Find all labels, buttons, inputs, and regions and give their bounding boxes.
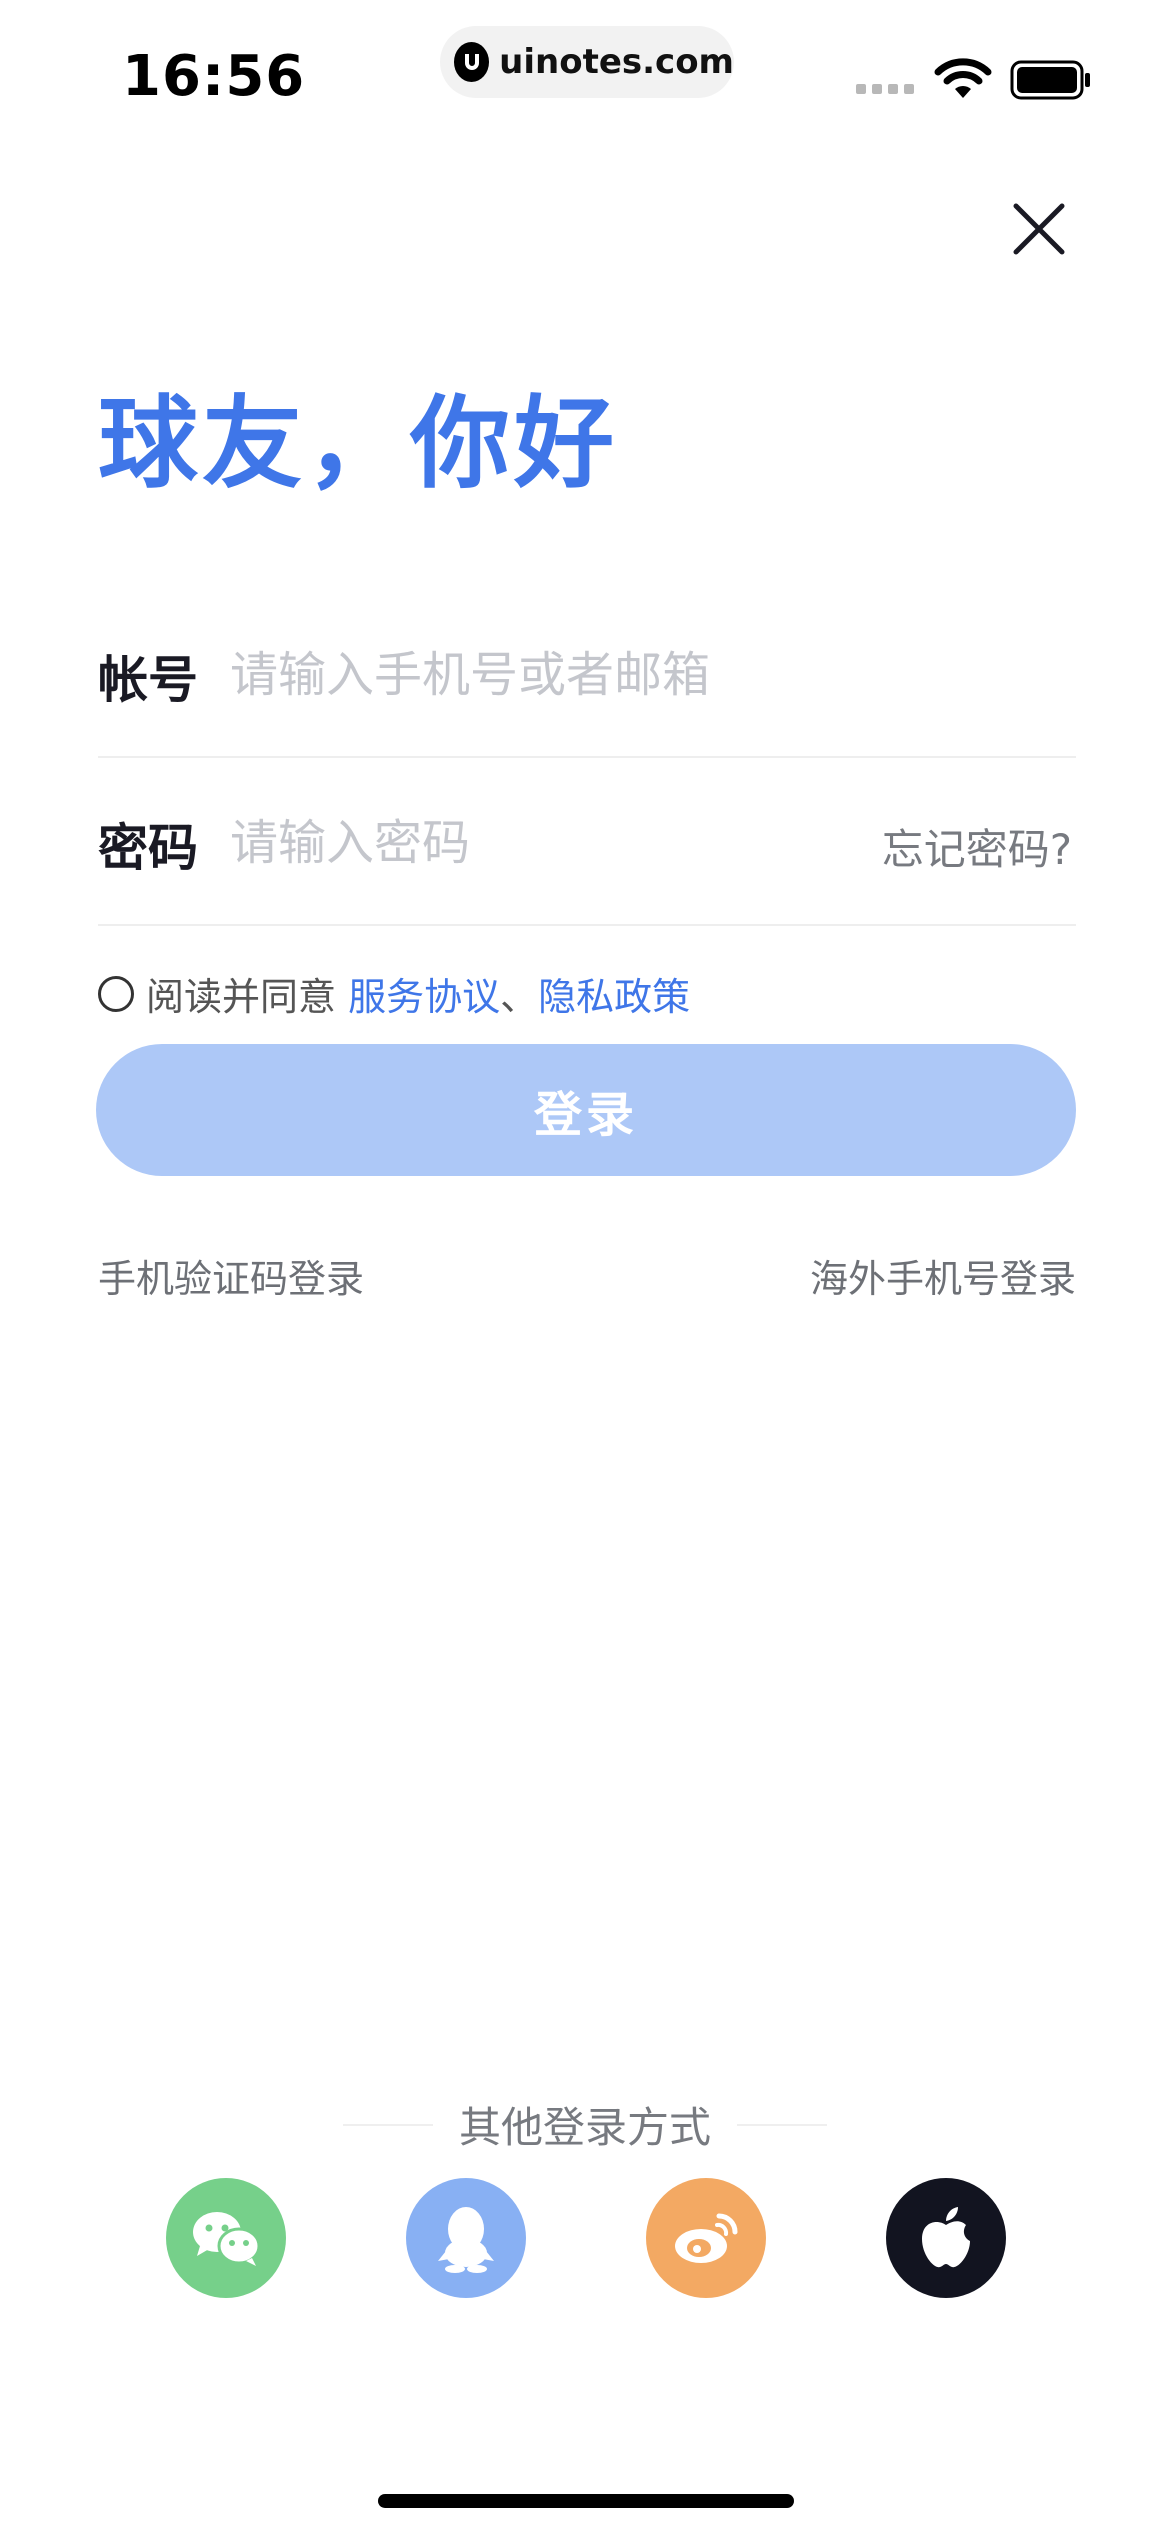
url-text: uinotes.com	[499, 42, 734, 82]
agreement-row: 阅读并同意 服务协议 、 隐私政策	[98, 966, 690, 1021]
privacy-link[interactable]: 隐私政策	[538, 966, 690, 1021]
battery-icon	[1010, 60, 1092, 104]
wechat-login-button[interactable]	[166, 2178, 286, 2298]
divider-left	[342, 2123, 433, 2126]
page-title: 球友，你好	[98, 385, 618, 502]
other-login-label: 其他登录方式	[458, 2103, 711, 2152]
wechat-icon	[193, 2212, 261, 2266]
sms-login-link[interactable]: 手机验证码登录	[98, 1248, 364, 1303]
overseas-login-link[interactable]: 海外手机号登录	[810, 1248, 1076, 1303]
account-divider	[98, 756, 1076, 758]
cellular-signal-icon	[856, 84, 914, 94]
close-icon	[1013, 203, 1065, 255]
close-button[interactable]	[1006, 196, 1072, 262]
agree-checkbox[interactable]	[98, 975, 134, 1012]
login-button[interactable]: 登录	[96, 1044, 1076, 1176]
weibo-icon	[675, 2213, 738, 2263]
apple-login-button[interactable]	[886, 2178, 1006, 2298]
terms-link[interactable]: 服务协议	[348, 966, 500, 1021]
agree-text: 阅读并同意	[146, 975, 349, 1019]
wifi-icon	[934, 58, 992, 106]
password-divider	[98, 924, 1076, 926]
account-label: 帐号	[98, 651, 198, 709]
uinotes-logo-icon	[454, 42, 490, 82]
apple-icon	[922, 2207, 970, 2268]
divider-right	[737, 2123, 827, 2126]
qq-login-button[interactable]	[406, 2178, 526, 2298]
password-label: 密码	[98, 819, 198, 877]
weibo-login-button[interactable]	[646, 2178, 766, 2298]
qq-icon	[438, 2207, 494, 2273]
password-input[interactable]	[230, 808, 830, 878]
forgot-password-link[interactable]: 忘记密码?	[882, 816, 1072, 877]
other-login-title: 其他登录方式	[0, 2094, 1170, 2155]
account-input[interactable]	[230, 640, 1070, 710]
agree-separator: 、	[500, 975, 539, 1019]
home-indicator	[378, 2494, 794, 2508]
status-time: 16:56	[122, 44, 306, 109]
url-pill[interactable]: uinotes.com	[440, 26, 734, 98]
